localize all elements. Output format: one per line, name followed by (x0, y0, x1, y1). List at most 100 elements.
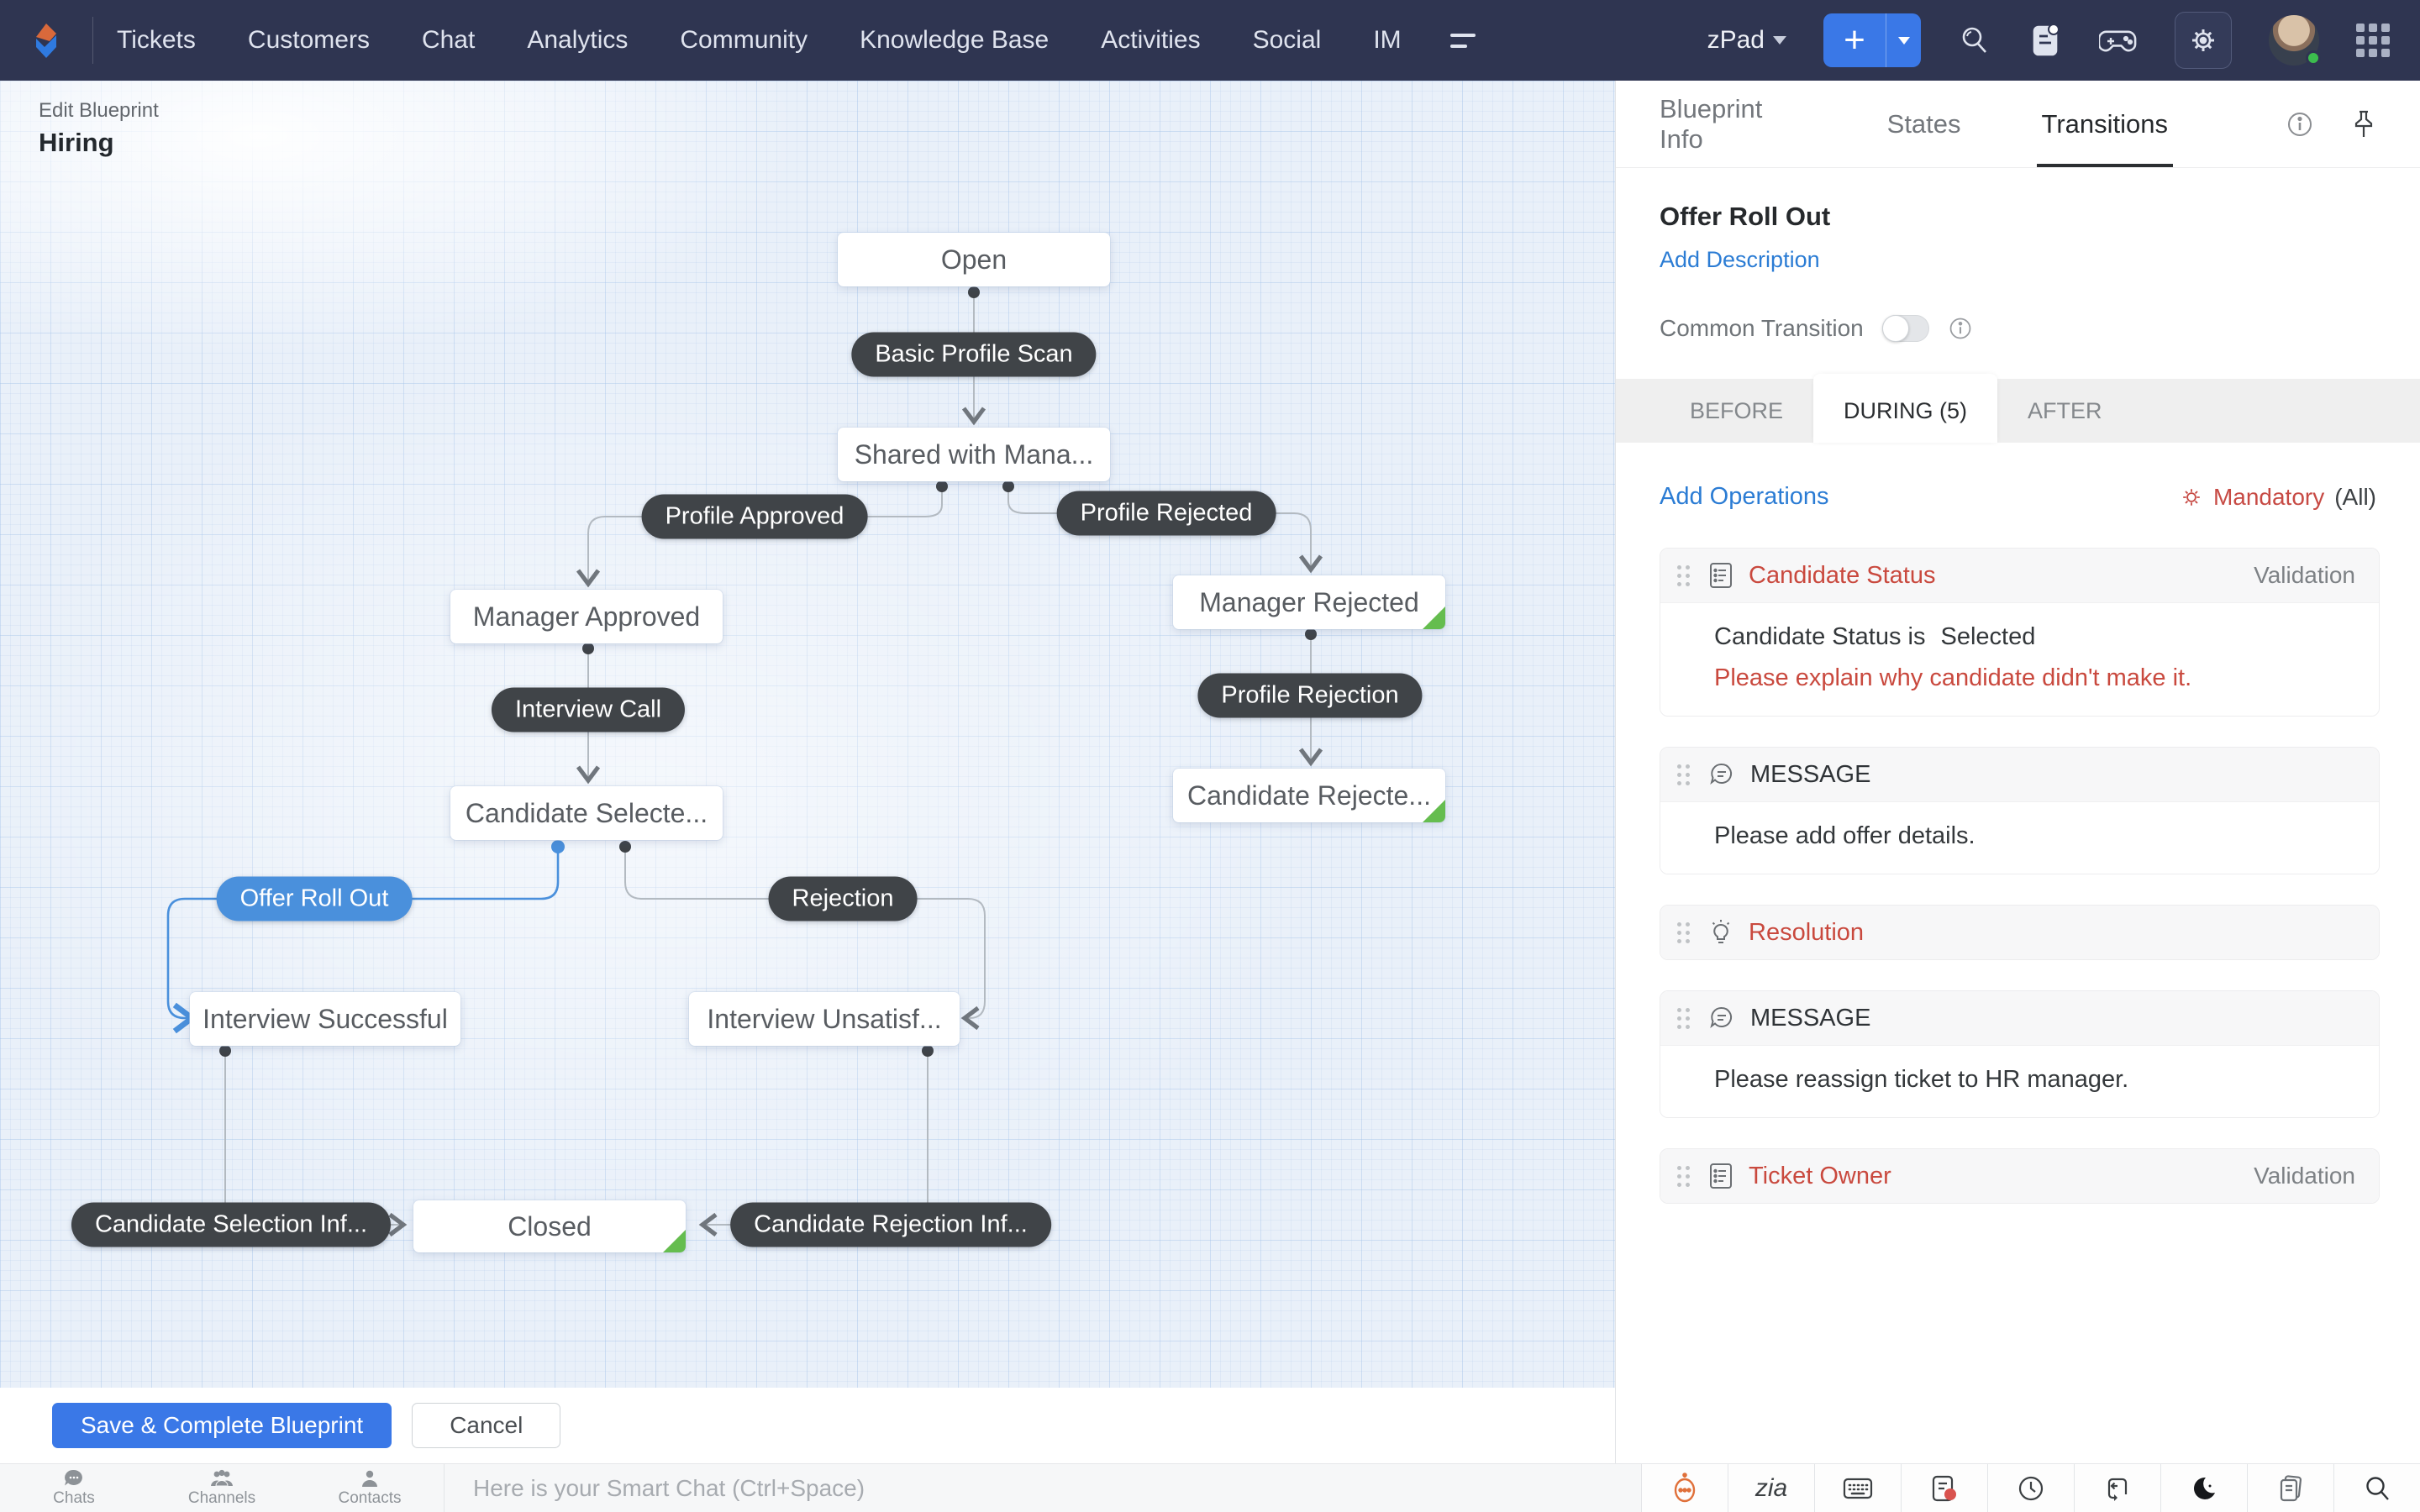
transition-pill-candidate-rejection-info[interactable]: Candidate Rejection Inf... (730, 1202, 1051, 1247)
state-label: Manager Rejected (1199, 586, 1419, 617)
common-transition-label: Common Transition (1660, 315, 1864, 341)
nav-item-im[interactable]: IM (1373, 26, 1401, 55)
smart-chat-input[interactable]: Here is your Smart Chat (Ctrl+Space) (445, 1464, 1641, 1512)
operation-body: Candidate Status is Selected Please expla… (1660, 602, 2379, 716)
state-node-open[interactable]: Open (838, 233, 1110, 286)
tab-states[interactable]: States (1887, 81, 1961, 167)
add-description-link[interactable]: Add Description (1660, 247, 1820, 273)
pages-icon[interactable] (2247, 1463, 2333, 1512)
search-icon[interactable] (2333, 1463, 2420, 1512)
state-node-candidate-selected[interactable]: Candidate Selecte... (450, 786, 723, 840)
pin-icon[interactable] (2351, 109, 2376, 139)
cancel-button[interactable]: Cancel (412, 1403, 561, 1448)
transition-pill-offer-roll-out[interactable]: Offer Roll Out (216, 876, 413, 921)
search-icon[interactable] (1958, 24, 1991, 57)
operation-card-ticket-owner[interactable]: Ticket Owner Validation (1660, 1148, 2380, 1204)
transition-pill-profile-rejected[interactable]: Profile Rejected (1056, 491, 1276, 536)
operation-card-candidate-status[interactable]: Candidate Status Validation Candidate St… (1660, 548, 2380, 717)
blueprint-canvas[interactable]: Edit Blueprint Hiring Open Shared with M… (0, 81, 1615, 1463)
mandatory-scope: (All) (2334, 483, 2376, 510)
dock-item-chats[interactable]: Chats (0, 1469, 148, 1508)
info-icon[interactable] (1948, 316, 1973, 341)
state-node-interview-successful[interactable]: Interview Successful (190, 992, 460, 1046)
quick-add-caret[interactable] (1886, 13, 1921, 67)
drag-handle-icon[interactable] (1677, 1007, 1690, 1029)
dock-item-label: Contacts (338, 1488, 402, 1507)
nav-item-analytics[interactable]: Analytics (527, 26, 628, 55)
tab-transitions[interactable]: Transitions (2036, 81, 2174, 167)
tab-blueprint-info[interactable]: Blueprint Info (1660, 81, 1807, 167)
info-icon[interactable] (2286, 110, 2314, 139)
end-state-marker (1423, 800, 1445, 822)
import-arrow-icon[interactable] (2074, 1463, 2160, 1512)
nav-right-tools: zPad + (1707, 12, 2420, 69)
feeds-icon[interactable] (2028, 22, 2062, 59)
state-node-closed[interactable]: Closed (413, 1200, 686, 1252)
operation-header[interactable]: Ticket Owner Validation (1660, 1149, 2379, 1203)
zia-script-icon[interactable]: zia (1728, 1463, 1814, 1512)
zoho-desk-logo[interactable] (0, 18, 92, 62)
state-node-interview-unsatisfactory[interactable]: Interview Unsatisf... (689, 992, 960, 1046)
tab-during[interactable]: DURING (5) (1813, 374, 1998, 443)
drag-handle-icon[interactable] (1677, 764, 1690, 785)
nav-item-customers[interactable]: Customers (248, 26, 370, 55)
state-node-manager-rejected[interactable]: Manager Rejected (1173, 575, 1445, 629)
operations-list: Candidate Status Validation Candidate St… (1616, 511, 2420, 1204)
operation-card-message-2[interactable]: MESSAGE Please reassign ticket to HR man… (1660, 990, 2380, 1118)
nav-item-social[interactable]: Social (1253, 26, 1322, 55)
validation-message: Please explain why candidate didn't make… (1714, 664, 2192, 691)
transition-pill-profile-approved[interactable]: Profile Approved (641, 494, 868, 539)
common-transition-toggle[interactable] (1881, 315, 1929, 342)
criteria-value: Selected (1940, 623, 2036, 650)
save-complete-blueprint-button[interactable]: Save & Complete Blueprint (52, 1403, 392, 1448)
quick-add-button[interactable]: + (1823, 13, 1921, 67)
state-node-candidate-rejected[interactable]: Candidate Rejecte... (1173, 769, 1445, 822)
operation-header[interactable]: Resolution (1660, 906, 2379, 959)
drag-handle-icon[interactable] (1677, 564, 1690, 586)
transition-pill-interview-call[interactable]: Interview Call (491, 687, 686, 732)
state-node-shared-with-manager[interactable]: Shared with Mana... (838, 428, 1110, 481)
transition-detail-panel: Blueprint Info States Transitions Offer … (1615, 81, 2420, 1463)
workspace-selector[interactable]: zPad (1707, 26, 1786, 55)
operation-card-message-1[interactable]: MESSAGE Please add offer details. (1660, 747, 2380, 874)
dock-item-contacts[interactable]: Contacts (296, 1469, 444, 1508)
operation-header[interactable]: MESSAGE (1660, 748, 2379, 801)
operation-card-resolution[interactable]: Resolution (1660, 905, 2380, 960)
state-label: Closed (508, 1210, 592, 1242)
field-form-icon (1708, 1162, 1733, 1190)
nav-more-icon[interactable] (1449, 33, 1476, 48)
operation-header[interactable]: Candidate Status Validation (1660, 549, 2379, 602)
nav-item-tickets[interactable]: Tickets (117, 26, 196, 55)
people-group-icon (211, 1469, 233, 1486)
user-avatar[interactable] (2269, 15, 2321, 66)
moon-icon[interactable] (2160, 1463, 2247, 1512)
drag-handle-icon[interactable] (1677, 921, 1690, 943)
dock-item-label: Channels (187, 1488, 256, 1507)
gamescope-icon[interactable] (2099, 24, 2138, 57)
tab-before[interactable]: BEFORE (1660, 379, 1813, 443)
keyboard-icon[interactable] (1814, 1463, 1901, 1512)
zia-bot-icon[interactable] (1641, 1463, 1728, 1512)
nav-item-knowledge-base[interactable]: Knowledge Base (860, 26, 1049, 55)
app-switcher-icon[interactable] (2356, 24, 2390, 57)
mandatory-filter[interactable]: Mandatory (All) (2180, 484, 2376, 511)
add-operations-link[interactable]: Add Operations (1660, 483, 1829, 511)
transition-pill-candidate-selection-info[interactable]: Candidate Selection Inf... (71, 1202, 392, 1247)
operation-body: Please add offer details. (1660, 801, 2379, 874)
drag-handle-icon[interactable] (1677, 1165, 1690, 1187)
nav-item-activities[interactable]: Activities (1101, 26, 1200, 55)
setup-gear-button[interactable] (2175, 12, 2232, 69)
state-node-manager-approved[interactable]: Manager Approved (450, 590, 723, 643)
clock-icon[interactable] (1987, 1463, 2074, 1512)
dock-item-channels[interactable]: Channels (148, 1469, 296, 1508)
plus-icon[interactable]: + (1823, 13, 1886, 67)
tab-after[interactable]: AFTER (1997, 379, 2133, 443)
nav-item-community[interactable]: Community (680, 26, 808, 55)
transition-pill-rejection[interactable]: Rejection (768, 876, 918, 921)
transition-pill-basic-profile-scan[interactable]: Basic Profile Scan (851, 332, 1097, 377)
transition-header: Offer Roll Out Add Description Common Tr… (1616, 168, 2420, 342)
transition-pill-profile-rejection[interactable]: Profile Rejection (1197, 673, 1423, 718)
operation-header[interactable]: MESSAGE (1660, 991, 2379, 1045)
nav-item-chat[interactable]: Chat (422, 26, 475, 55)
notes-badge-icon[interactable] (1901, 1463, 1987, 1512)
